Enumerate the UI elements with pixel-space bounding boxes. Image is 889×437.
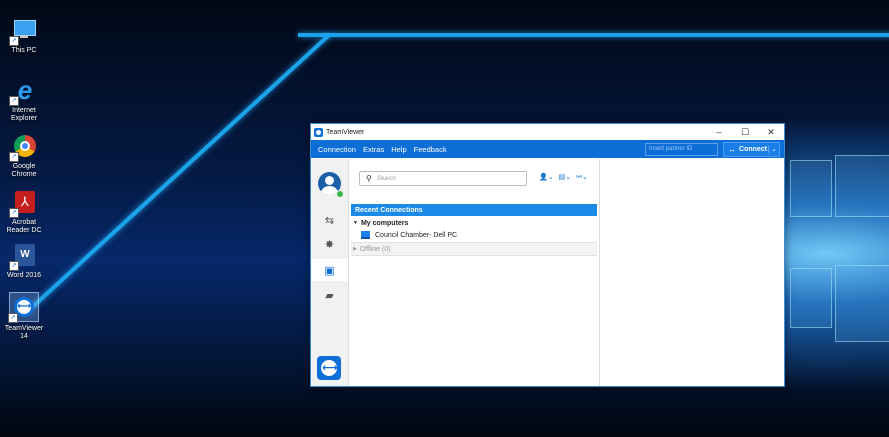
desktop: ↗ This PC e ↗ Internet Explorer ↗ Google…: [0, 0, 889, 437]
wallpaper-pane: [835, 155, 889, 217]
monitor-icon: [361, 231, 370, 239]
menu-extras[interactable]: Extras: [363, 145, 384, 154]
connect-button[interactable]: ↔ Connect ⌄: [723, 141, 780, 157]
close-button[interactable]: ✕: [758, 127, 784, 138]
list-item-recent-connections[interactable]: Recent Connections: [351, 204, 597, 216]
menu-bar: Connection Extras Help Feedback Insert p…: [311, 140, 784, 158]
teamviewer-window: TeamViewer – ☐ ✕ Connection Extras Help …: [310, 123, 785, 387]
computers-contacts-panel: ⚲ Search 👤⌄ ▤⌄ ⚯⌄ Recent Connections ▼ M…: [349, 159, 600, 386]
search-icon: ⚲: [366, 174, 372, 183]
word-icon: W ↗: [9, 243, 37, 271]
window-title: TeamViewer: [326, 128, 365, 136]
wallpaper-pane: [790, 160, 832, 217]
computer-icon: ↗: [9, 18, 37, 46]
partner-id-input[interactable]: Insert partner ID: [645, 142, 718, 156]
list-toolbar: 👤⌄ ▤⌄ ⚯⌄: [539, 173, 593, 181]
detail-panel: [600, 159, 784, 386]
teamviewer-logo-icon: [314, 127, 323, 137]
search-placeholder: Search: [376, 175, 396, 182]
wallpaper-pane: [835, 265, 889, 342]
connect-label: Connect: [739, 145, 767, 153]
teamviewer-logo-icon[interactable]: [317, 356, 341, 380]
group-options-icon[interactable]: ⚯⌄: [576, 173, 588, 181]
navigation-rail: ⇆ ✸ ▣ ▰: [311, 159, 349, 386]
view-options-icon[interactable]: ▤⌄: [559, 173, 571, 181]
chevron-right-icon[interactable]: ▶: [353, 246, 357, 252]
desktop-icon-word[interactable]: W ↗ Word 2016: [2, 243, 46, 280]
menu-connection[interactable]: Connection: [318, 145, 356, 154]
chevron-down-icon[interactable]: ⌄: [768, 145, 779, 153]
maximize-button[interactable]: ☐: [732, 127, 758, 138]
contacts-tab[interactable]: ▣: [311, 259, 348, 281]
desktop-icon-this-pc[interactable]: ↗ This PC: [2, 18, 46, 55]
arrows-icon: ⇆: [324, 214, 335, 227]
wallpaper-pane: [790, 268, 832, 328]
window-body: ⇆ ✸ ▣ ▰ ⚲ Search 👤⌄ ▤⌄ ⚯⌄ Recent Connect…: [311, 159, 784, 386]
add-contact-icon[interactable]: 👤⌄: [539, 173, 554, 181]
title-bar[interactable]: TeamViewer – ☐ ✕: [311, 124, 784, 140]
desktop-icon-google-chrome[interactable]: ↗ Google Chrome: [2, 134, 46, 179]
meeting-tab[interactable]: ✸: [311, 233, 348, 255]
contacts-icon: ▣: [324, 264, 335, 277]
desktop-icon-teamviewer[interactable]: ⟷ ↗ TeamViewer 14: [2, 292, 46, 341]
connect-arrows-icon: ↔: [728, 144, 736, 154]
desktop-icon-internet-explorer[interactable]: e ↗ Internet Explorer: [2, 77, 46, 123]
meeting-icon: ✸: [324, 238, 335, 251]
wallpaper-beam-top: [298, 33, 889, 37]
online-status-icon: [336, 190, 344, 198]
desktop-icon-acrobat-reader[interactable]: ⅄ ↗ Acrobat Reader DC: [2, 190, 46, 235]
search-input[interactable]: ⚲ Search: [359, 171, 527, 186]
chat-icon: ▰: [325, 289, 334, 302]
chrome-icon: ↗: [9, 134, 37, 162]
teamviewer-icon: ⟷ ↗: [8, 292, 39, 323]
menu-help[interactable]: Help: [391, 145, 406, 154]
list-item-computer[interactable]: Council Chamber- Dell PC: [351, 229, 597, 241]
menu-feedback[interactable]: Feedback: [414, 145, 447, 154]
wallpaper-beam-diagonal: [25, 33, 331, 314]
chevron-down-icon[interactable]: ▼: [353, 220, 358, 226]
remote-control-tab[interactable]: ⇆: [311, 209, 348, 231]
group-my-computers[interactable]: ▼ My computers: [351, 217, 597, 229]
minimize-button[interactable]: –: [706, 127, 732, 138]
chat-tab[interactable]: ▰: [311, 284, 348, 306]
group-offline[interactable]: ▶ Offline (0): [351, 242, 597, 256]
internet-explorer-icon: e ↗: [9, 77, 37, 106]
acrobat-icon: ⅄ ↗: [9, 190, 37, 218]
